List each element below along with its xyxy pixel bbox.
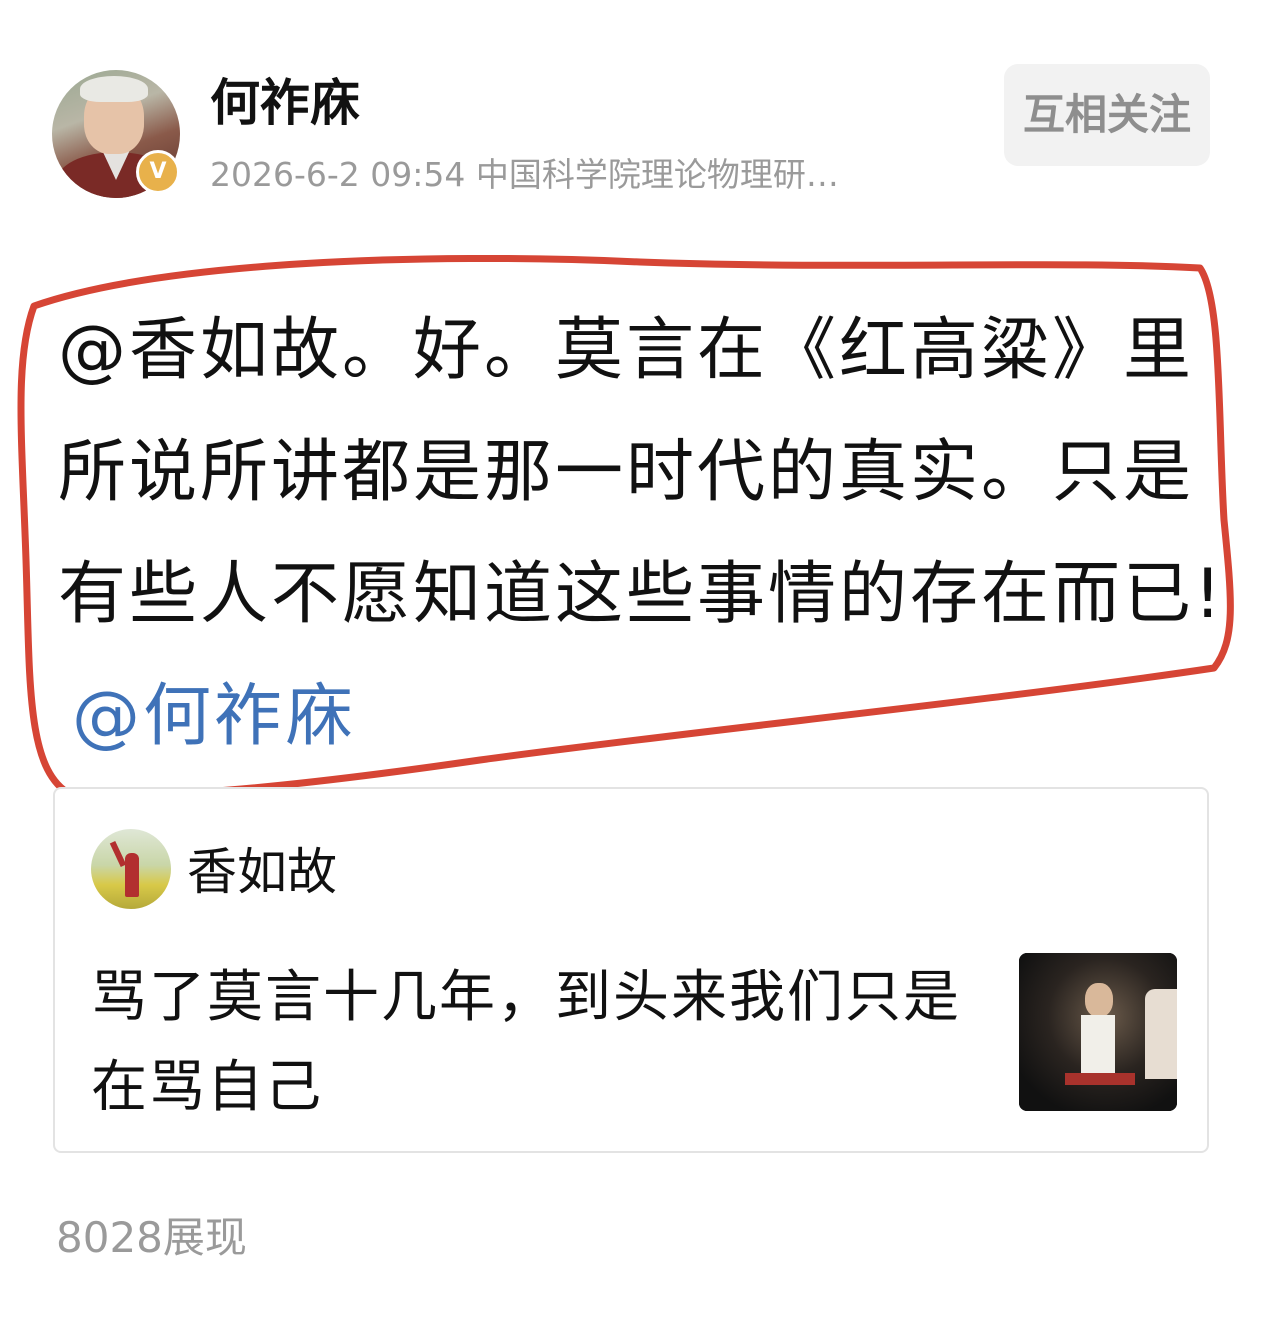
mention-link[interactable]: @何祚庥 bbox=[72, 677, 356, 756]
quoted-post-card[interactable]: 香如故 骂了莫言十几年，到头来我们只是在骂自己 bbox=[53, 787, 1209, 1153]
post-meta: 2026-6-2 09:54 中国科学院理论物理研… bbox=[210, 155, 839, 194]
post-text-body: @香如故。好。莫言在《红高粱》里所说所讲都是那一时代的真实。只是有些人不愿知道这… bbox=[58, 311, 1225, 634]
thumbnail-side-person bbox=[1145, 989, 1177, 1079]
thumbnail-person-head bbox=[1085, 983, 1113, 1017]
verified-badge-icon: V bbox=[136, 150, 180, 194]
avatar-figure-shape bbox=[125, 853, 139, 897]
quoted-post-thumbnail[interactable] bbox=[1019, 953, 1177, 1111]
author-name[interactable]: 何祚庥 bbox=[210, 70, 360, 136]
quoted-post-text: 骂了莫言十几年，到头来我们只是在骂自己 bbox=[91, 965, 961, 1120]
views-count: 8028展现 bbox=[56, 1213, 247, 1262]
avatar-hair-shape bbox=[80, 76, 148, 102]
thumbnail-red-folder bbox=[1065, 1073, 1135, 1085]
quoted-author-name[interactable]: 香如故 bbox=[187, 839, 337, 905]
mutual-follow-button[interactable]: 互相关注 bbox=[1004, 64, 1210, 166]
avatar-arm-shape bbox=[109, 840, 127, 868]
post-content: @香如故。好。莫言在《红高粱》里所说所讲都是那一时代的真实。只是有些人不愿知道这… bbox=[58, 290, 1228, 778]
quoted-author-avatar[interactable] bbox=[91, 829, 171, 909]
